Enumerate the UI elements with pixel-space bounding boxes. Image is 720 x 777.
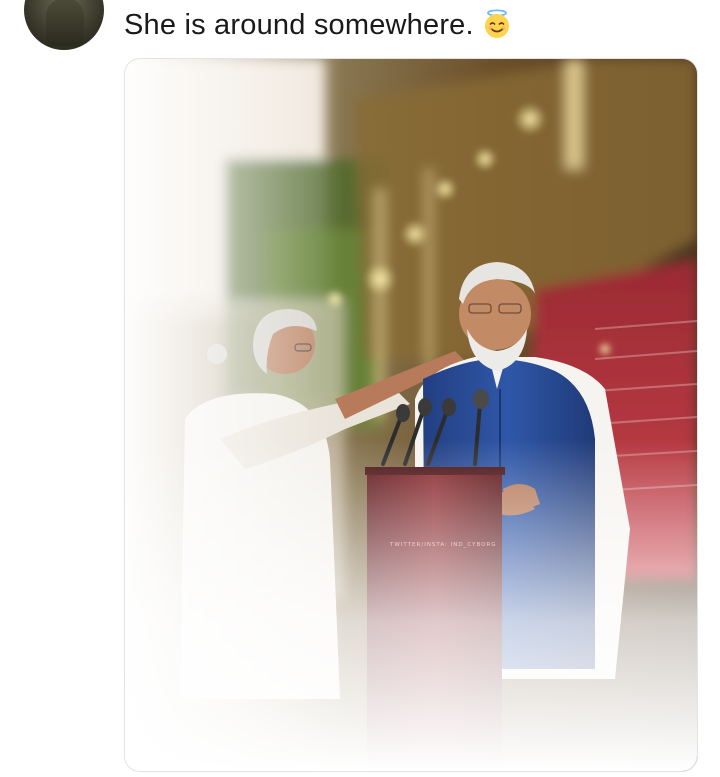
photo-illustration: [125, 59, 697, 771]
smiling-face-with-halo-icon: [484, 9, 509, 38]
post-text: She is around somewhere.: [124, 8, 512, 42]
post-text-content: She is around somewhere.: [124, 9, 474, 41]
post-media-image[interactable]: TWITTER/INSTA: IND_CYBORG: [124, 58, 698, 772]
watermark-text: TWITTER/INSTA: IND_CYBORG: [390, 542, 497, 548]
post-author-avatar[interactable]: [24, 0, 104, 50]
